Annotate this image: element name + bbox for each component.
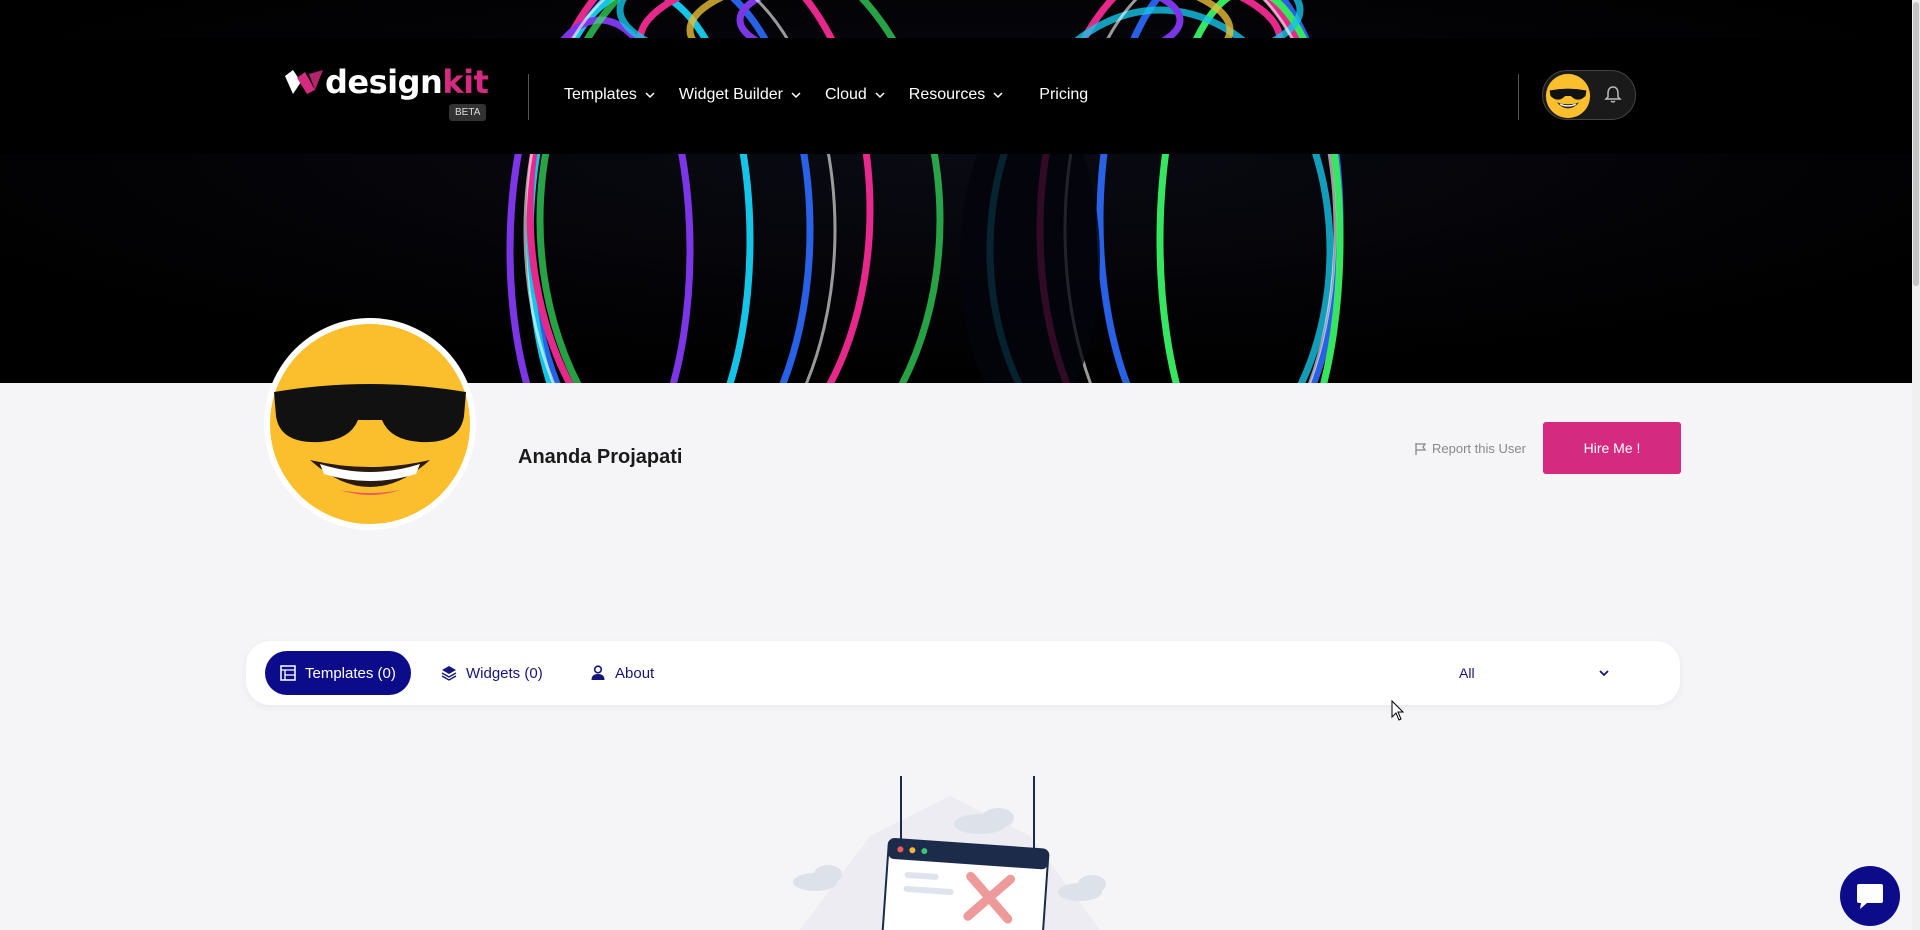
tab-widgets[interactable]: Widgets (0) bbox=[441, 651, 543, 695]
report-user-label: Report this User bbox=[1432, 441, 1526, 456]
logo-wordmark: designkit bbox=[325, 63, 489, 101]
empty-state-illustration bbox=[793, 776, 1106, 930]
chat-bubble-icon bbox=[1857, 884, 1883, 909]
filter-select[interactable]: All bbox=[1459, 651, 1609, 695]
user-menu-pill[interactable] bbox=[1542, 70, 1636, 120]
tab-label: About bbox=[615, 664, 655, 682]
user-icon bbox=[591, 665, 605, 680]
nav-label: Cloud bbox=[824, 86, 867, 103]
designkit-logo[interactable]: designkit bbox=[285, 63, 489, 101]
sunglasses-emoji-icon bbox=[270, 324, 470, 524]
user-avatar-icon[interactable] bbox=[1545, 73, 1591, 119]
chevron-down-icon bbox=[993, 92, 1003, 99]
nav-label: Pricing bbox=[1039, 86, 1089, 103]
nav-item-resources[interactable]: Resources bbox=[909, 86, 1003, 104]
tab-label: Templates (0) bbox=[305, 664, 396, 682]
chevron-down-icon bbox=[791, 92, 801, 99]
chevron-down-icon bbox=[1599, 670, 1609, 677]
tab-label: Widgets (0) bbox=[466, 664, 543, 682]
profile-avatar bbox=[264, 318, 476, 530]
flag-icon bbox=[1415, 442, 1427, 455]
tab-about[interactable]: About bbox=[590, 651, 654, 695]
chevron-down-icon bbox=[875, 92, 885, 99]
nav-item-cloud[interactable]: Cloud bbox=[825, 86, 885, 104]
nav-label: Resources bbox=[908, 86, 986, 103]
top-navbar: designkit BETA Templates Widget Builder … bbox=[0, 38, 1920, 154]
profile-tabs-bar: Templates (0) Widgets (0) About All bbox=[246, 641, 1680, 705]
layers-icon bbox=[441, 666, 457, 681]
hire-me-button[interactable]: Hire Me ! bbox=[1543, 422, 1681, 474]
grid-icon bbox=[280, 665, 296, 681]
page-scrollbar-thumb[interactable] bbox=[1913, 2, 1919, 286]
tab-templates[interactable]: Templates (0) bbox=[265, 651, 411, 695]
nav-divider bbox=[1518, 74, 1519, 120]
filter-value: All bbox=[1459, 665, 1475, 681]
nav-item-templates[interactable]: Templates bbox=[564, 86, 655, 104]
chat-support-button[interactable] bbox=[1840, 866, 1900, 926]
beta-badge: BETA bbox=[449, 104, 487, 121]
profile-name: Ananda Projapati bbox=[518, 446, 683, 468]
nav-item-pricing[interactable]: Pricing bbox=[1039, 86, 1088, 104]
chevron-down-icon bbox=[645, 92, 655, 99]
main-nav: Templates Widget Builder Cloud Resources… bbox=[564, 86, 1112, 104]
bell-icon[interactable] bbox=[1603, 85, 1623, 105]
mouse-cursor-icon bbox=[1391, 700, 1405, 721]
nav-divider bbox=[528, 74, 529, 120]
nav-item-widget-builder[interactable]: Widget Builder bbox=[679, 86, 801, 104]
nav-label: Widget Builder bbox=[678, 86, 783, 103]
nav-label: Templates bbox=[564, 86, 637, 103]
report-user-link[interactable]: Report this User bbox=[1414, 441, 1526, 456]
logo-mark-icon bbox=[285, 70, 323, 94]
